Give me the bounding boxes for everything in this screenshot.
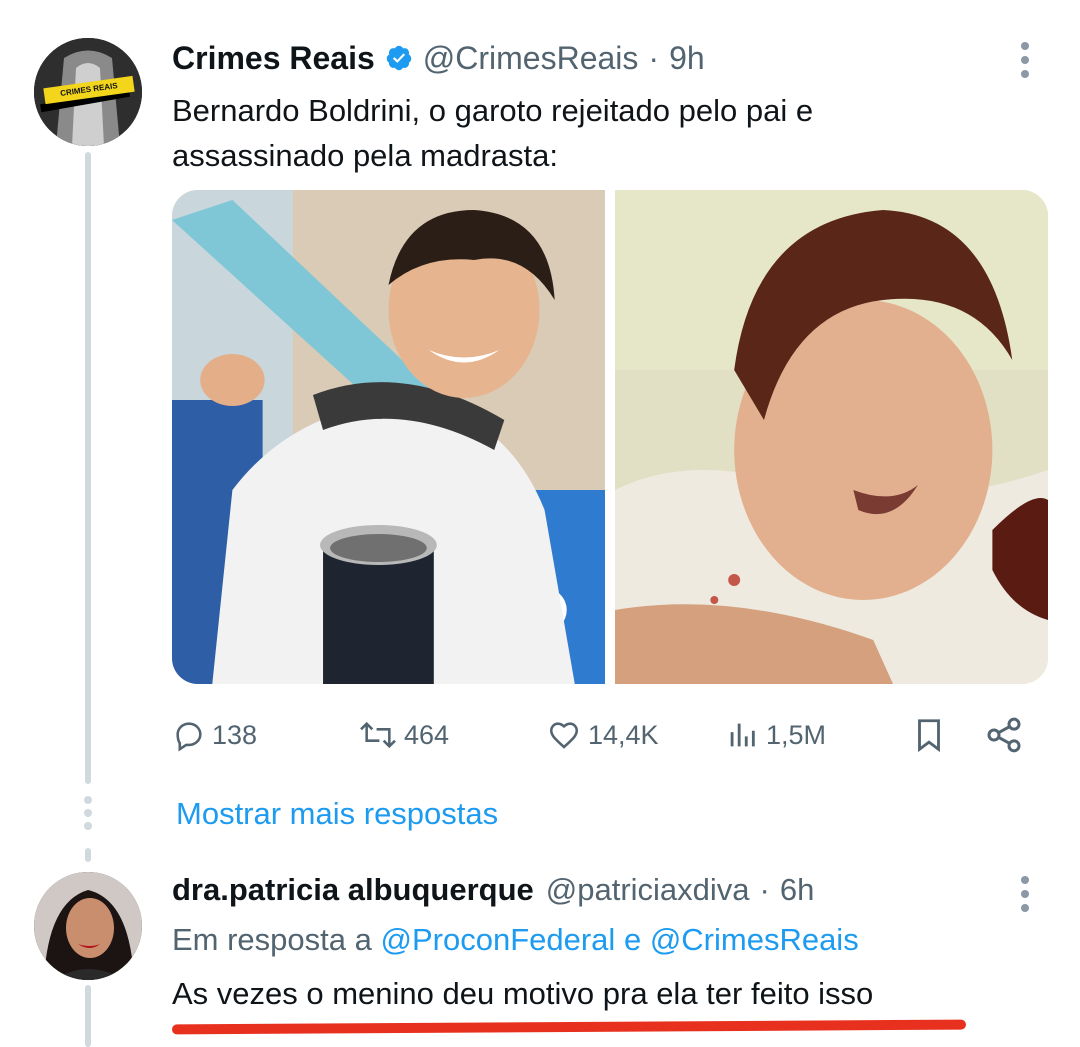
separator-dot: · xyxy=(648,39,660,76)
tweet-text: Bernardo Boldrini, o garoto rejeitado pe… xyxy=(172,93,814,173)
tweet-actions: 138 464 14,4K 1,5M xyxy=(172,712,1032,758)
retweet-button[interactable]: 464 xyxy=(358,712,449,758)
verified-badge-icon xyxy=(385,44,413,72)
reply-text: As vezes o menino deu motivo pra ela ter… xyxy=(172,976,874,1011)
reply-author-avatar[interactable] xyxy=(34,872,142,980)
tweet-time[interactable]: 9h xyxy=(669,40,705,77)
bookmark-button[interactable] xyxy=(910,712,954,758)
red-underline-annotation xyxy=(171,1019,967,1035)
views-icon xyxy=(730,723,755,747)
retweet-icon xyxy=(360,721,396,749)
reply-more-options-icon[interactable] xyxy=(1018,876,1032,918)
like-count: 14,4K xyxy=(588,719,659,750)
views-count: 1,5M xyxy=(766,719,827,750)
thread-gap-dots xyxy=(84,796,92,835)
reply-prefix: Em resposta a xyxy=(172,922,372,957)
author-avatar[interactable]: CRIMES REAIS xyxy=(34,38,142,146)
reply-icon xyxy=(176,722,202,752)
reply-time[interactable]: 6h xyxy=(780,872,814,908)
reply-button[interactable]: 138 xyxy=(172,712,257,758)
show-more-replies-link[interactable]: Mostrar mais respostas xyxy=(176,796,498,832)
more-options-icon[interactable] xyxy=(1018,42,1032,84)
tweet-header: Crimes Reais @CrimesReais · 9h xyxy=(172,36,705,80)
mention-crimesreais[interactable]: @CrimesReais xyxy=(650,922,859,957)
separator-dot: · xyxy=(759,872,770,907)
like-icon xyxy=(549,722,579,749)
author-name[interactable]: Crimes Reais xyxy=(172,40,375,77)
reply-count: 138 xyxy=(212,719,258,750)
bookmark-icon xyxy=(918,719,940,753)
tweet-photo-1[interactable] xyxy=(172,190,605,684)
mention-conjunction: e xyxy=(623,922,642,957)
reply-context: Em resposta a @ProconFederal e @CrimesRe… xyxy=(172,922,859,958)
reply-author-name[interactable]: dra.patricia albuquerque xyxy=(172,872,534,908)
views-button[interactable]: 1,5M xyxy=(724,712,826,758)
reply-header: dra.patricia albuquerque @patriciaxdiva … xyxy=(172,868,814,912)
retweet-count: 464 xyxy=(404,719,450,750)
share-button[interactable] xyxy=(984,712,1030,758)
thread-line xyxy=(85,152,91,784)
thread-line-lower xyxy=(85,848,91,862)
tweet-media[interactable] xyxy=(172,190,1048,684)
mention-procon[interactable]: @ProconFederal xyxy=(381,922,616,957)
like-button[interactable]: 14,4K xyxy=(546,712,659,758)
thread-line-bottom xyxy=(85,985,91,1047)
share-icon xyxy=(987,717,1021,753)
reply-author-handle[interactable]: @patriciaxdiva xyxy=(546,872,750,908)
tweet-photo-2[interactable] xyxy=(615,190,1048,684)
author-handle[interactable]: @CrimesReais xyxy=(423,40,639,77)
